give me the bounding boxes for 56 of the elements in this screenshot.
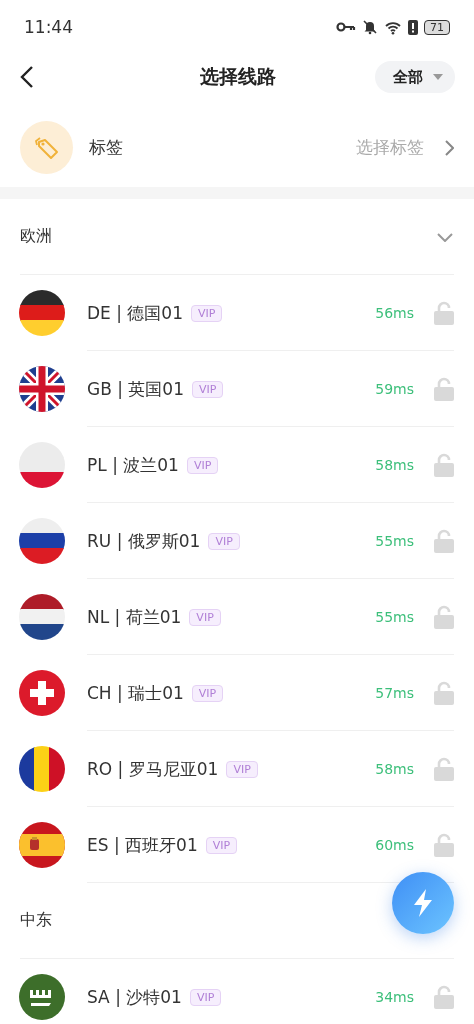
vip-badge: VIP xyxy=(191,304,223,322)
server-name[interactable]: CH | 瑞士01 xyxy=(87,681,184,705)
tag-value: 选择标签 xyxy=(356,136,424,159)
chevron-right-icon xyxy=(444,138,454,157)
status-time: 11:44 xyxy=(24,17,73,37)
battery-indicator: 71 xyxy=(424,19,450,35)
flag-icon xyxy=(19,822,65,868)
tag-selector[interactable]: 标签 选择标签 xyxy=(0,110,474,185)
tag-icon xyxy=(20,121,73,174)
bell-muted-icon xyxy=(362,19,378,35)
quick-connect-button[interactable] xyxy=(392,872,454,934)
back-icon[interactable] xyxy=(20,65,34,89)
flag-icon xyxy=(19,290,65,336)
server-name[interactable]: RO | 罗马尼亚01 xyxy=(87,757,219,781)
server-name[interactable]: PL | 波兰01 xyxy=(87,453,179,477)
flag-icon xyxy=(19,670,65,716)
flag-icon xyxy=(19,442,65,488)
flag-icon xyxy=(19,746,65,792)
latency-text: 58ms xyxy=(375,457,414,473)
server-name[interactable]: ES | 西班牙01 xyxy=(87,833,198,857)
flag-icon xyxy=(19,518,65,564)
server-name[interactable]: NL | 荷兰01 xyxy=(87,605,182,629)
server-name[interactable]: DE | 德国01 xyxy=(87,301,183,325)
vip-badge: VIP xyxy=(208,532,240,550)
vip-badge: VIP xyxy=(186,456,219,474)
flag-icon xyxy=(19,594,65,640)
wifi-icon xyxy=(384,19,402,35)
latency-text: 55ms xyxy=(375,533,414,549)
server-name[interactable]: RU | 俄罗斯01 xyxy=(87,529,201,553)
latency-text: 58ms xyxy=(375,761,414,777)
server-name[interactable]: GB | 英国01 xyxy=(87,377,184,401)
latency-text: 55ms xyxy=(375,609,414,625)
latency-text: 34ms xyxy=(375,989,414,1005)
latency-text: 57ms xyxy=(375,685,414,701)
latency-text: 59ms xyxy=(375,381,414,397)
vip-badge: VIP xyxy=(192,380,224,398)
region-header: 中东 xyxy=(20,910,52,931)
page-title: 选择线路 xyxy=(199,64,276,89)
region-header: 欧洲 xyxy=(20,226,52,247)
vip-badge: VIP xyxy=(189,988,222,1006)
vip-badge: VIP xyxy=(226,760,258,778)
vip-badge: VIP xyxy=(205,836,238,854)
caret-icon xyxy=(433,74,443,80)
latency-text: 56ms xyxy=(375,305,414,321)
tag-label: 标签 xyxy=(89,136,123,159)
alert-icon xyxy=(408,19,418,35)
lightning-icon xyxy=(412,889,434,917)
flag-icon xyxy=(19,974,65,1020)
filter-dropdown[interactable]: 全部 xyxy=(375,61,455,93)
vip-badge: VIP xyxy=(191,684,224,702)
flag-icon xyxy=(19,366,65,412)
latency-text: 60ms xyxy=(375,837,414,853)
key-icon xyxy=(336,22,356,32)
server-name[interactable]: SA | 沙特01 xyxy=(87,985,182,1009)
vip-badge: VIP xyxy=(189,608,221,626)
chevron-down-icon[interactable] xyxy=(436,231,454,242)
